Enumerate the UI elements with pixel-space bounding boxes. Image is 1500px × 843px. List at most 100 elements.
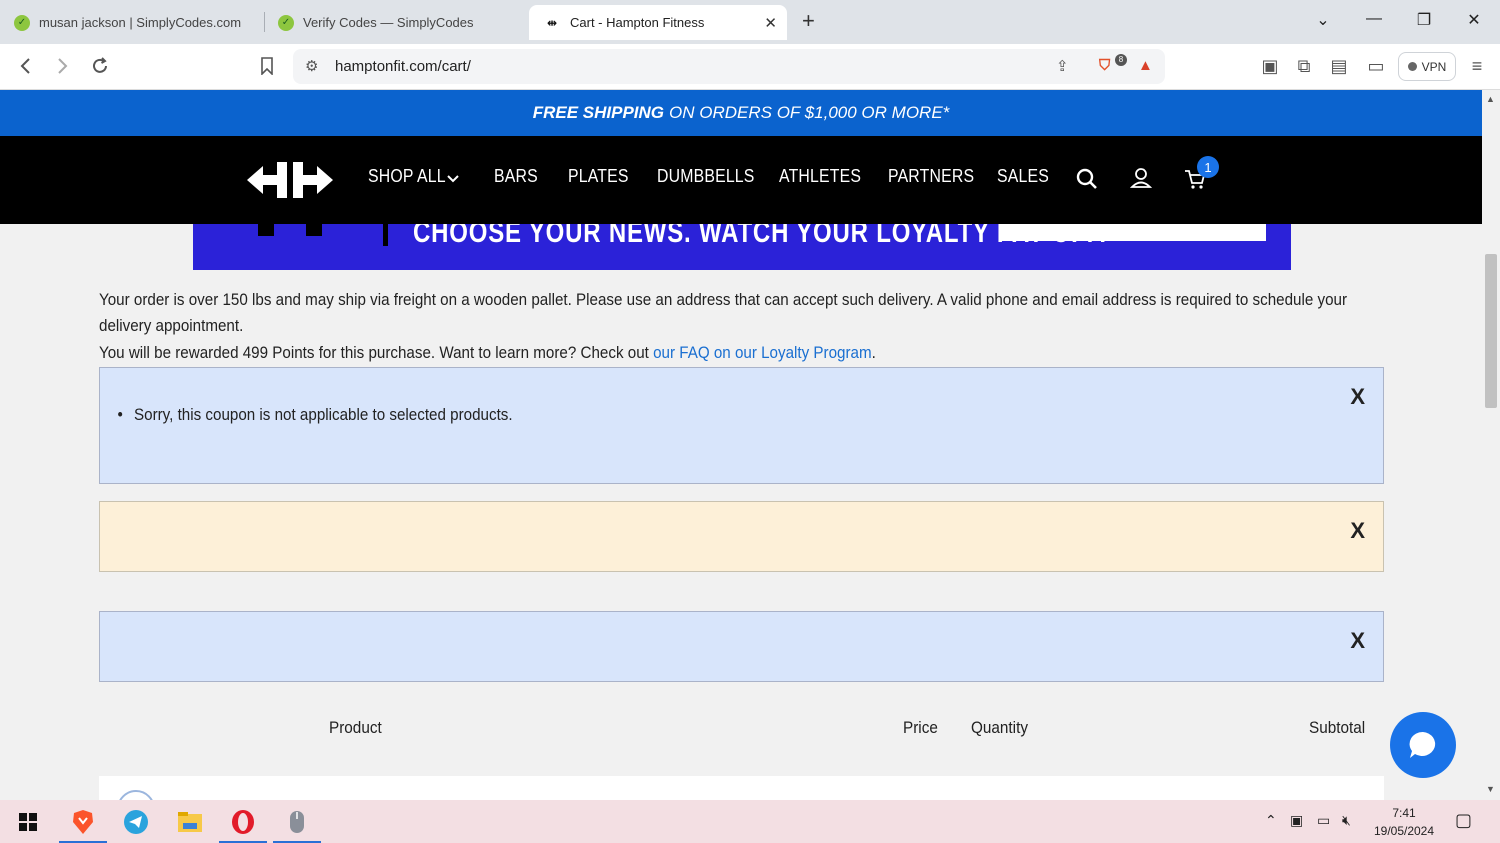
share-icon[interactable]: ⇪ (1056, 57, 1069, 75)
scrollbar-thumb[interactable] (1485, 254, 1497, 408)
banner-decoration (258, 224, 274, 236)
sidebar-toggle-icon[interactable]: ▤ (1328, 55, 1350, 77)
close-tab-icon[interactable]: ✕ (764, 14, 777, 32)
vpn-status-icon (1407, 62, 1417, 71)
brave-browser-icon (73, 809, 93, 834)
taskbar-brave[interactable] (57, 800, 109, 843)
taskbar-mouse-app[interactable] (271, 800, 323, 843)
start-button[interactable] (2, 800, 54, 843)
brave-shields-icon[interactable]: ⛉ (1099, 57, 1110, 74)
taskbar-telegram[interactable] (110, 800, 162, 843)
remove-item-icon[interactable] (117, 790, 155, 800)
windows-logo-icon (19, 812, 37, 831)
extensions-icon[interactable]: ⧉ (1293, 55, 1315, 77)
notifications-icon[interactable]: ▢ (1455, 810, 1472, 831)
tab-title: Verify Codes — SimplyCodes (303, 15, 474, 30)
wallet-icon[interactable]: ▭ (1365, 55, 1387, 77)
simplycodes-favicon-icon: ✓ (278, 14, 294, 31)
coupon-error-message: Sorry, this coupon is not applicable to … (117, 406, 512, 425)
reading-list-icon[interactable]: ▣ (1259, 55, 1281, 77)
browser-menu-icon[interactable]: ≡ (1466, 55, 1488, 77)
tab-title: Cart - Hampton Fitness (570, 15, 705, 30)
volume-muted-icon[interactable]: 🔇︎ (1342, 812, 1351, 829)
account-icon[interactable] (1130, 167, 1152, 189)
new-tab-button[interactable]: + (802, 9, 815, 33)
site-settings-icon[interactable]: ⚙ (305, 57, 318, 75)
nav-athletes[interactable]: ATHLETES (779, 166, 861, 187)
nav-sales[interactable]: SALES (997, 166, 1049, 187)
column-header-subtotal: Subtotal (1309, 718, 1366, 737)
system-clock[interactable]: 7:41 19/05/2024 (1368, 804, 1440, 840)
coupon-error-alert: Sorry, this coupon is not applicable to … (99, 367, 1384, 484)
nav-shop-all[interactable]: SHOP ALL (368, 166, 446, 187)
tab-hampton-cart[interactable]: ⇹ Cart - Hampton Fitness ✕ (529, 5, 787, 40)
nav-bars[interactable]: BARS (494, 166, 538, 187)
banner-decoration (306, 224, 322, 236)
forward-icon[interactable] (51, 55, 73, 77)
warning-alert: X (99, 501, 1384, 572)
column-header-product: Product (329, 718, 382, 737)
tab-simplycodes-verify[interactable]: ✓ Verify Codes — SimplyCodes (264, 5, 526, 40)
address-bar[interactable]: ⚙ hamptonfit.com/cart/ ⇪ ⛉ 8 ▲ (293, 49, 1165, 84)
loyalty-faq-link[interactable]: our FAQ on our Loyalty Program (653, 344, 872, 362)
points-notice: You will be rewarded 499 Points for this… (99, 340, 876, 366)
close-alert-icon[interactable]: X (1350, 628, 1365, 654)
cart-item-row (99, 776, 1384, 800)
back-icon[interactable] (15, 55, 37, 77)
battery-icon[interactable]: ▭ (1317, 812, 1330, 829)
show-hidden-icons-icon[interactable]: ⌃ (1265, 812, 1277, 829)
scroll-down-icon[interactable]: ▼ (1486, 784, 1495, 794)
main-nav: SHOP ALL BARS PLATES DUMBBELLS ATHLETES … (0, 136, 1482, 224)
free-shipping-bar: FREE SHIPPING ON ORDERS OF $1,000 OR MOR… (0, 90, 1482, 136)
tab-search-dropdown-icon[interactable]: ⌄ (1311, 10, 1335, 30)
restore-window-button[interactable]: ❐ (1412, 10, 1436, 30)
clock-time: 7:41 (1392, 806, 1416, 820)
tab-simplycodes-profile[interactable]: ✓ musan jackson | SimplyCodes.com (0, 5, 262, 40)
taskbar-opera[interactable] (217, 800, 269, 843)
shields-count-badge: 8 (1115, 54, 1127, 66)
close-window-button[interactable]: ✕ (1462, 10, 1486, 30)
windows-taskbar: ⌃ ▣ ▭ 🔇︎ 7:41 19/05/2024 ▢ (0, 800, 1500, 843)
close-alert-icon[interactable]: X (1350, 518, 1365, 544)
tab-title: musan jackson | SimplyCodes.com (39, 15, 242, 30)
vpn-button[interactable]: VPN (1398, 52, 1456, 81)
chevron-down-icon[interactable] (447, 175, 459, 183)
hampton-logo-icon[interactable] (245, 158, 335, 202)
browser-tab-strip: ✓ musan jackson | SimplyCodes.com ✓ Veri… (0, 0, 1500, 44)
scroll-up-icon[interactable]: ▲ (1486, 94, 1495, 104)
banner-signup-box[interactable] (1001, 224, 1266, 241)
search-icon[interactable] (1076, 168, 1098, 190)
column-header-price: Price (903, 718, 938, 737)
simplycodes-favicon-icon: ✓ (14, 14, 30, 31)
close-alert-icon[interactable]: X (1350, 384, 1365, 410)
opera-icon (232, 809, 254, 834)
points-text: You will be rewarded 499 Points for this… (99, 344, 654, 362)
loyalty-banner[interactable]: CHOOSE YOUR NEWS. WATCH YOUR LOYALTY PAY… (193, 224, 1291, 270)
cart-count-badge[interactable]: 1 (1197, 156, 1219, 178)
freight-notice-continued: delivery appointment. (99, 317, 244, 335)
nav-plates[interactable]: PLATES (568, 166, 629, 187)
page-scrollbar[interactable]: ▲ ▼ (1482, 90, 1500, 800)
url-text[interactable]: hamptonfit.com/cart/ (335, 58, 471, 75)
chat-bubble-icon (1409, 731, 1436, 758)
mouse-icon (290, 810, 304, 833)
reload-icon[interactable] (89, 55, 111, 77)
hampton-favicon-icon: ⇹ (546, 15, 558, 30)
brave-rewards-icon[interactable]: ▲ (1138, 57, 1153, 74)
nav-dumbbells[interactable]: DUMBBELLS (657, 166, 755, 187)
minimize-window-button[interactable]: — (1362, 10, 1386, 28)
chat-button[interactable] (1390, 712, 1456, 778)
page-viewport: FREE SHIPPING ON ORDERS OF $1,000 OR MOR… (0, 90, 1482, 800)
freight-notice: Your order is over 150 lbs and may ship … (99, 291, 1348, 309)
nav-partners[interactable]: PARTNERS (888, 166, 974, 187)
folder-icon (178, 811, 202, 832)
bookmark-icon[interactable] (256, 55, 278, 77)
taskbar-file-explorer[interactable] (164, 800, 216, 843)
promo-bold: FREE SHIPPING (532, 103, 665, 122)
column-header-quantity: Quantity (971, 718, 1028, 737)
clock-date: 19/05/2024 (1373, 824, 1435, 838)
promo-rest: ON ORDERS OF $1,000 OR MORE* (669, 103, 950, 122)
banner-decoration (383, 224, 388, 246)
network-icon[interactable]: ▣ (1290, 812, 1303, 829)
info-alert: X (99, 611, 1384, 682)
